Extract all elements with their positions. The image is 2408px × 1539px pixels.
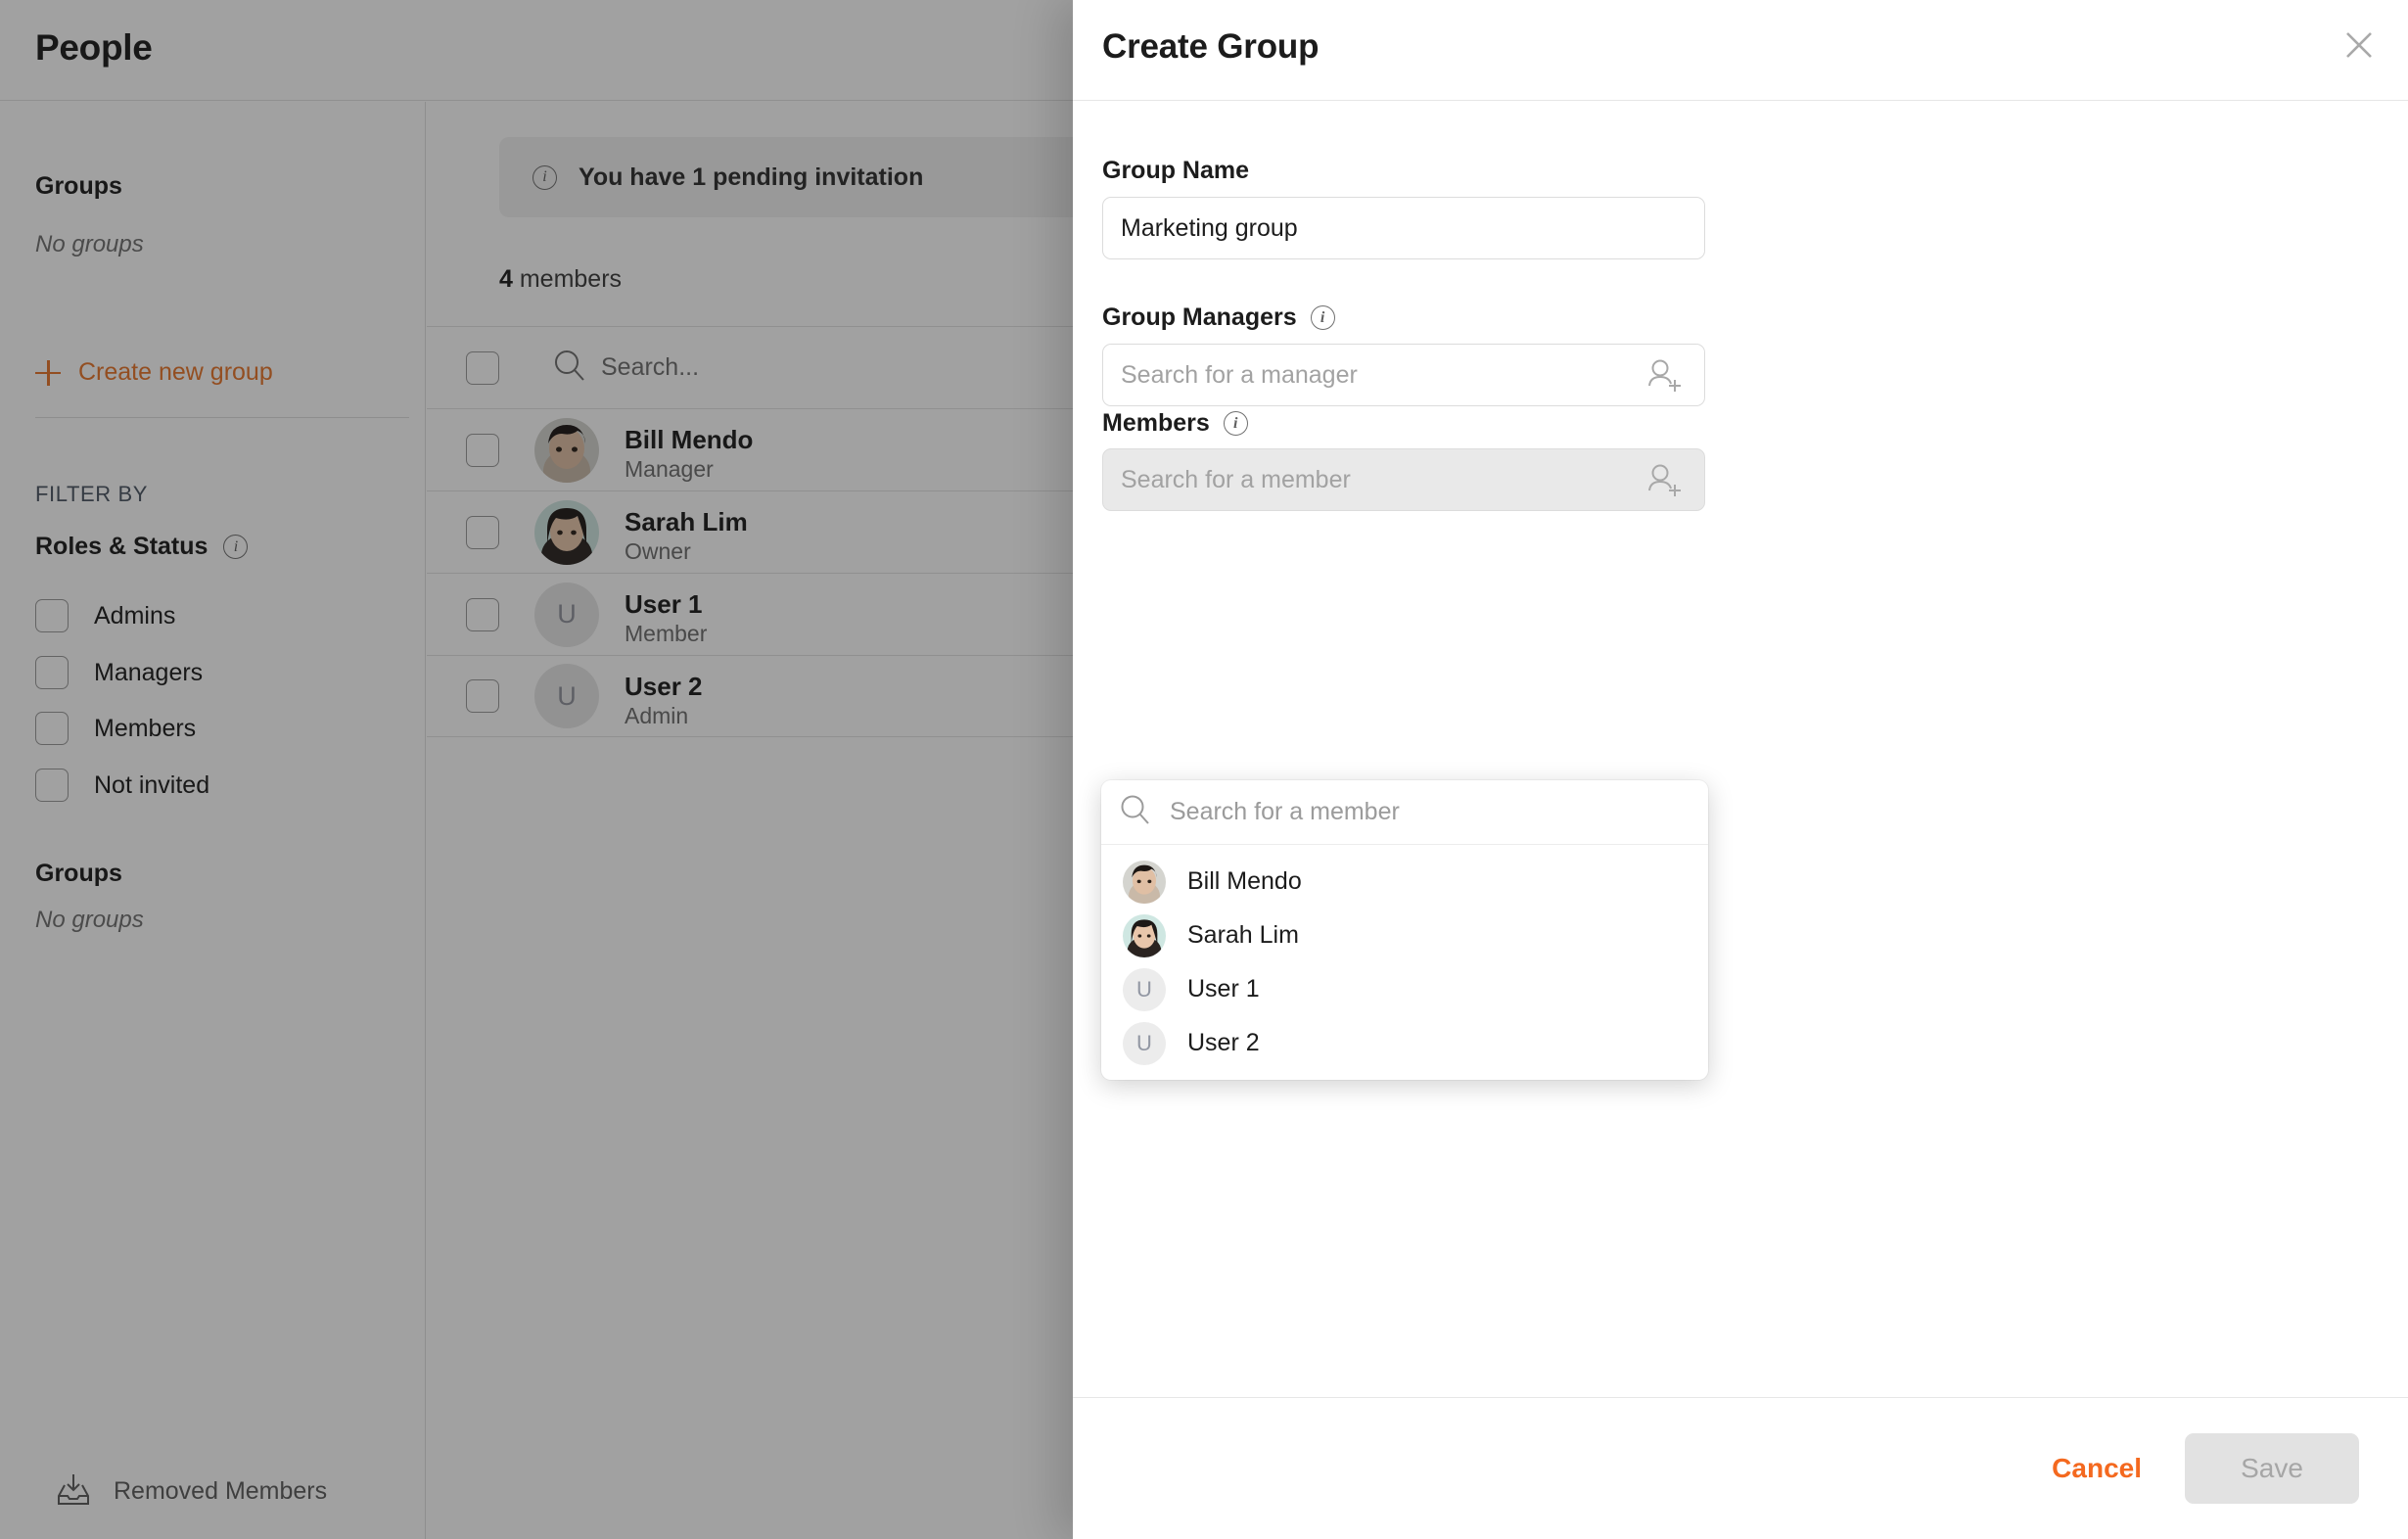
cancel-button[interactable]: Cancel	[2052, 1453, 2142, 1484]
avatar	[1123, 913, 1166, 957]
add-person-icon[interactable]	[1645, 358, 1685, 400]
group-managers-label-row: Group Managers i	[1102, 303, 1335, 332]
group-managers-input[interactable]: Search for a manager	[1102, 344, 1705, 406]
list-item-label: User 1	[1187, 975, 1260, 1003]
close-icon[interactable]	[2332, 18, 2386, 72]
info-icon[interactable]: i	[1310, 305, 1335, 330]
drawer-body: Group Name Marketing group Group Manager…	[1073, 101, 2408, 1396]
avatar	[1123, 860, 1166, 904]
group-name-label-row: Group Name	[1102, 157, 1249, 185]
list-item-label: User 2	[1187, 1029, 1260, 1056]
app-root: People Groups No groups Create new group…	[0, 0, 2408, 1539]
members-input[interactable]: Search for a member	[1102, 448, 1705, 511]
list-item-label: Bill Mendo	[1187, 867, 1302, 895]
group-name-input[interactable]: Marketing group	[1102, 197, 1705, 259]
search-icon	[1119, 793, 1152, 831]
members-label: Members	[1102, 409, 1210, 437]
list-item[interactable]: Bill Mendo	[1101, 855, 1708, 909]
group-name-label: Group Name	[1102, 157, 1250, 184]
save-button[interactable]: Save	[2185, 1433, 2359, 1504]
list-item-label: Sarah Lim	[1187, 921, 1299, 949]
modal-overlay[interactable]	[0, 0, 1073, 1539]
avatar: U	[1123, 1021, 1166, 1065]
create-group-drawer: Create Group Group Name Marketing group …	[1073, 0, 2408, 1539]
list-item[interactable]: U User 2	[1101, 1016, 1708, 1070]
group-managers-label: Group Managers	[1102, 303, 1297, 331]
drawer-header: Create Group	[1073, 0, 2408, 101]
dropdown-search-input[interactable]: Search for a member	[1170, 798, 1400, 826]
avatar: U	[1123, 967, 1166, 1011]
drawer-footer: Cancel Save	[1073, 1397, 2408, 1539]
info-icon[interactable]: i	[1223, 411, 1248, 436]
group-name-value: Marketing group	[1121, 213, 1298, 242]
member-search-dropdown: Search for a member Bill Mendo Sarah Lim…	[1101, 780, 1708, 1080]
drawer-title: Create Group	[1102, 27, 1320, 66]
group-managers-placeholder: Search for a manager	[1121, 360, 1358, 389]
members-label-row: Members i	[1102, 409, 1248, 438]
list-item[interactable]: U User 1	[1101, 962, 1708, 1016]
list-item[interactable]: Sarah Lim	[1101, 909, 1708, 962]
dropdown-search-row[interactable]: Search for a member	[1101, 780, 1708, 845]
members-placeholder: Search for a member	[1121, 465, 1351, 493]
add-person-icon[interactable]	[1645, 463, 1685, 505]
